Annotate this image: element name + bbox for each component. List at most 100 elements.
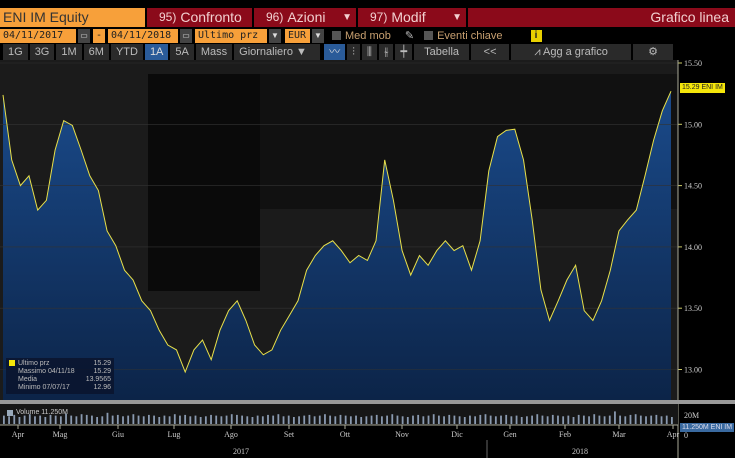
compare-num: 95)	[159, 10, 177, 24]
volume-bar	[608, 415, 611, 424]
volume-bar	[355, 415, 357, 424]
volume-bar	[277, 414, 280, 424]
x-tick-label: Mar	[612, 430, 626, 439]
volume-bar	[215, 415, 218, 424]
range-1a[interactable]: 1A	[144, 44, 169, 60]
volume-bar	[3, 415, 5, 424]
x-tick-label: Lug	[168, 430, 181, 439]
volume-bar	[44, 417, 47, 424]
plot-shade	[260, 74, 678, 209]
info-icon[interactable]: i	[530, 29, 542, 42]
volume-bar	[551, 414, 554, 424]
volume-bar	[396, 415, 399, 424]
collapse-button[interactable]: <<	[471, 44, 510, 60]
volume-bar	[505, 414, 508, 424]
volume-bar	[54, 415, 57, 424]
range-ytd[interactable]: YTD	[110, 44, 143, 60]
chevron-down-icon[interactable]: ▼	[312, 28, 324, 43]
actions-menu[interactable]: 96) Azioni ▼	[254, 8, 356, 27]
actions-num: 96)	[266, 10, 284, 24]
range-1m[interactable]: 1M	[56, 44, 82, 60]
compare-button[interactable]: 95) Confronto	[147, 8, 252, 27]
volume-bar	[173, 414, 176, 424]
volume-bar	[360, 417, 363, 424]
y-tick-label: 14.50	[684, 182, 702, 191]
volume-bar	[546, 416, 549, 424]
chart-legend: Ultimo prz 15.29 Massimo 04/11/18 15.29 Medi…	[6, 358, 114, 394]
volume-bar	[437, 415, 440, 424]
calendar-icon[interactable]: ▭	[78, 28, 90, 43]
chevron-down-icon[interactable]: ▼	[269, 28, 281, 43]
volume-bar	[313, 416, 316, 424]
security-field[interactable]: ENI IM Equity	[0, 8, 145, 27]
volume-bar	[85, 414, 88, 424]
volume-bar	[91, 415, 93, 424]
volume-tick-label: 20M	[684, 411, 699, 420]
hlc-icon[interactable]: ┿	[395, 44, 413, 60]
y-tick-label: 14.00	[684, 243, 702, 252]
volume-bar	[96, 417, 99, 424]
calendar-icon[interactable]: ▭	[180, 28, 192, 43]
line-chart-icon[interactable]: 〰	[324, 44, 346, 60]
volume-bar	[386, 415, 388, 424]
volume-bar	[334, 416, 337, 424]
bar-chart-icon[interactable]: ⫼	[361, 44, 377, 60]
legend-row: Minimo 07/07/17 12.96	[9, 384, 111, 392]
range-1g[interactable]: 1G	[3, 44, 28, 60]
volume-bar	[204, 416, 207, 424]
volume-bar	[318, 415, 321, 424]
modify-menu[interactable]: 97) Modif ▼	[358, 8, 466, 27]
volume-bar	[147, 414, 150, 424]
volume-bar	[267, 414, 269, 424]
moving-avg-label: Med mob	[345, 29, 391, 42]
volume-bar	[153, 415, 155, 424]
field-select[interactable]: Ultimo prz	[195, 28, 267, 43]
currency-select[interactable]: EUR	[285, 28, 310, 43]
volume-bar	[298, 416, 300, 424]
x-tick-label: Dic	[451, 430, 463, 439]
volume-bar	[655, 414, 658, 424]
volume-legend: Volume 11.250M	[7, 409, 68, 416]
volume-bar	[572, 417, 575, 424]
volume-bar	[59, 416, 62, 424]
plot-shade	[148, 74, 260, 291]
legend-swatch	[9, 360, 15, 366]
candlestick-icon[interactable]: ⫶	[347, 44, 360, 60]
ohlc-icon[interactable]: ⫳	[378, 44, 394, 60]
x-tick-label: Feb	[559, 430, 571, 439]
range-6m[interactable]: 6M	[83, 44, 109, 60]
volume-bar	[236, 414, 238, 424]
volume-bar	[49, 414, 52, 424]
legend-marker	[9, 376, 18, 384]
volume-bar	[567, 415, 570, 424]
volume-bar	[127, 415, 130, 424]
end-date-input[interactable]: 04/11/2018	[108, 28, 178, 43]
pencil-icon[interactable]: ✎	[405, 29, 414, 42]
gear-icon[interactable]: ⚙	[633, 44, 674, 60]
moving-avg-checkbox[interactable]	[332, 31, 341, 40]
volume-bar	[339, 414, 342, 424]
table-button[interactable]: Tabella	[414, 44, 470, 60]
start-date-input[interactable]: 04/11/2017	[0, 28, 76, 43]
volume-bar	[562, 416, 565, 424]
volume-bar	[163, 415, 166, 424]
volume-bar	[329, 415, 332, 424]
volume-bar	[230, 414, 233, 424]
range-mass[interactable]: Mass	[195, 44, 233, 60]
volume-bar	[75, 416, 78, 424]
volume-bar	[370, 415, 373, 424]
range-3g[interactable]: 3G	[29, 44, 55, 60]
volume-bar	[179, 415, 181, 424]
price-chart[interactable]: 15.50 15.00 14.50 14.00 13.50 13.00 20M 0 Apr Mag…	[0, 60, 735, 458]
legend-label: Minimo 07/07/17	[18, 384, 70, 391]
range-5a[interactable]: 5A	[170, 44, 194, 60]
controls-bar: 04/11/2017 ▭ - 04/11/2018 ▭ Ultimo prz ▼…	[0, 28, 735, 43]
key-events-checkbox[interactable]	[424, 31, 434, 40]
volume-bar	[324, 414, 326, 424]
legend-marker	[9, 368, 18, 376]
add-to-chart-button[interactable]: ⩘ Agg a grafico	[511, 44, 632, 60]
period-label: Giornaliero	[239, 46, 293, 58]
period-select[interactable]: Giornaliero ▼	[234, 44, 321, 60]
volume-bar	[448, 414, 451, 424]
legend-row: Media 13.9565	[9, 376, 111, 384]
